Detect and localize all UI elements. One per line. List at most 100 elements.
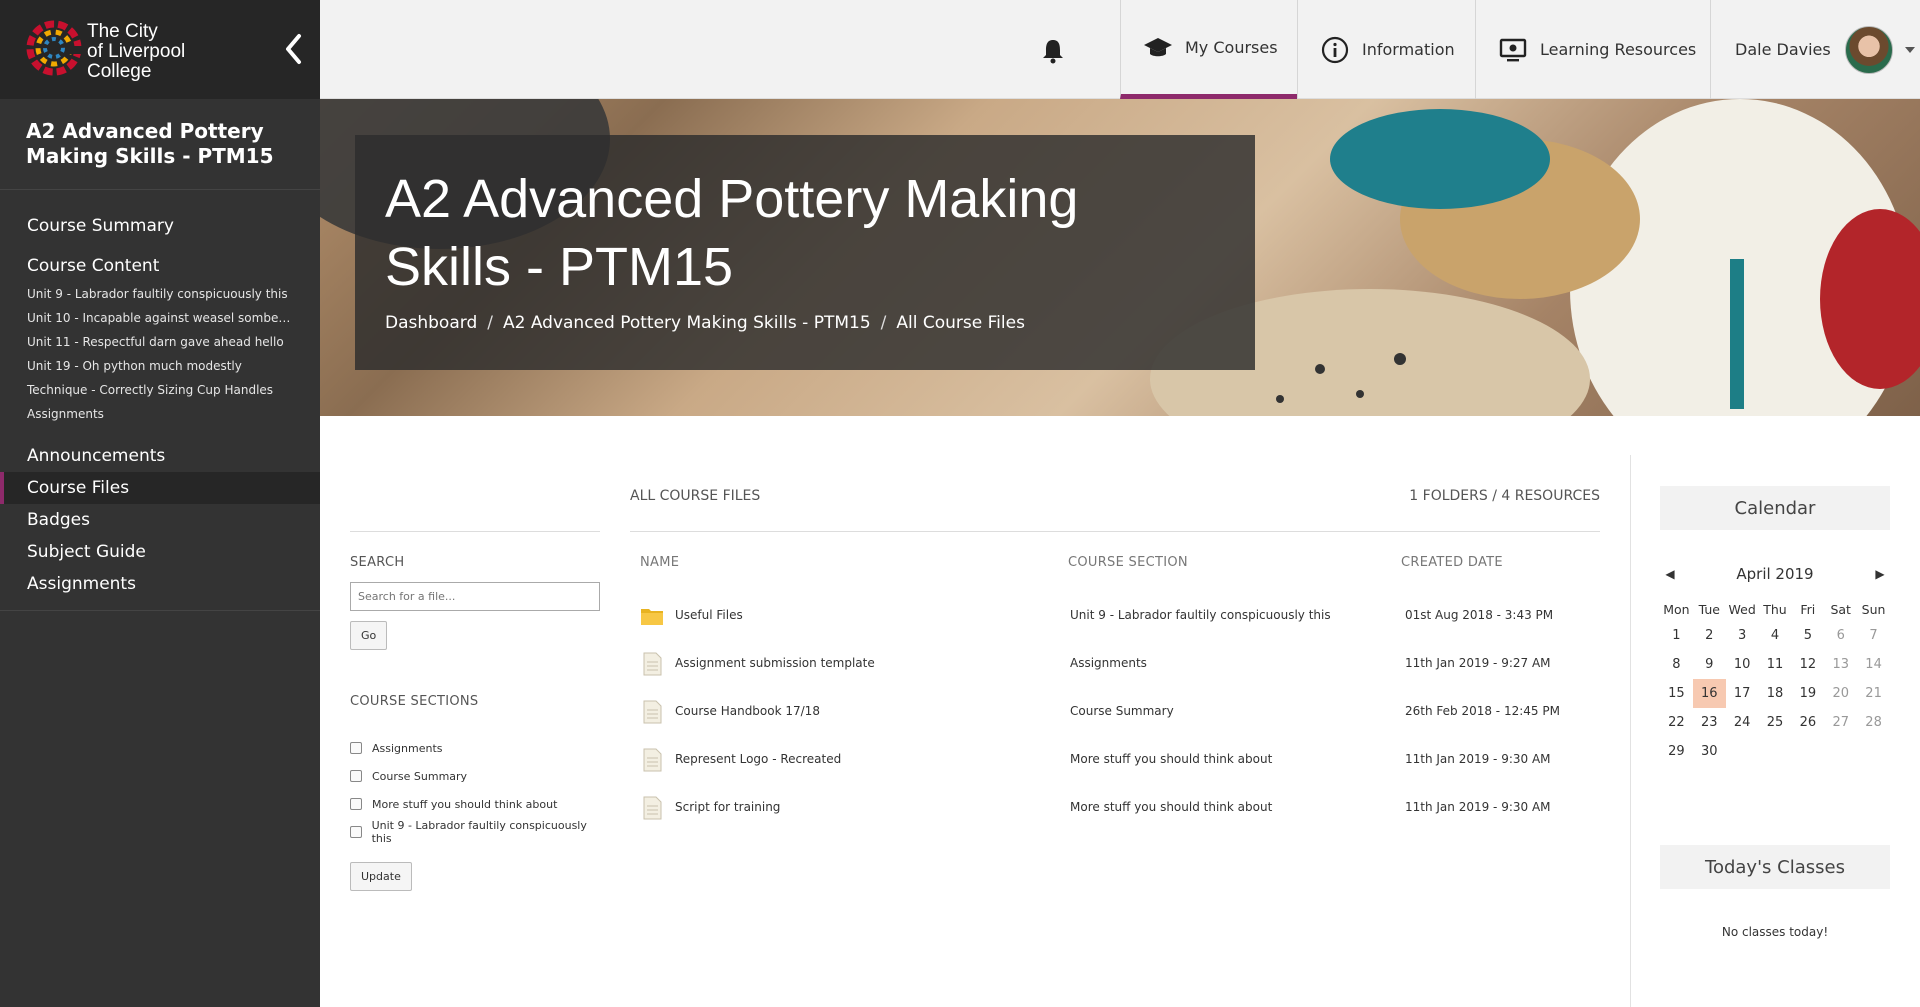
file-date: 26th Feb 2018 - 12:45 PM bbox=[1405, 704, 1560, 718]
sidebar-course-title[interactable]: A2 Advanced Pottery Making Skills - PTM1… bbox=[0, 99, 320, 190]
next-month-icon[interactable]: ▶ bbox=[1870, 567, 1890, 581]
table-row[interactable]: Assignment submission template Assignmen… bbox=[630, 640, 1600, 688]
section-checkbox-row[interactable]: More stuff you should think about bbox=[350, 790, 600, 818]
tab-learning-resources[interactable]: Learning Resources bbox=[1475, 0, 1710, 99]
hero-title-panel: A2 Advanced Pottery Making Skills - PTM1… bbox=[355, 135, 1255, 370]
sidebar-item-announcements[interactable]: Announcements bbox=[0, 440, 320, 472]
table-row[interactable]: Course Handbook 17/18 Course Summary 26t… bbox=[630, 688, 1600, 736]
calendar-day[interactable]: 18 bbox=[1759, 679, 1792, 708]
file-name[interactable]: Represent Logo - Recreated bbox=[675, 752, 841, 766]
checkbox-label: More stuff you should think about bbox=[372, 797, 558, 811]
sidebar: The City of Liverpool College A2 Advance… bbox=[0, 0, 320, 1007]
calendar-day[interactable]: 28 bbox=[1857, 708, 1890, 737]
sidebar-subitem-technique[interactable]: Technique - Correctly Sizing Cup Handles bbox=[0, 378, 320, 402]
calendar-day[interactable]: 29 bbox=[1660, 737, 1693, 766]
tab-information[interactable]: Information bbox=[1297, 0, 1475, 99]
file-name[interactable]: Useful Files bbox=[675, 608, 743, 622]
breadcrumb-dashboard[interactable]: Dashboard bbox=[385, 313, 477, 333]
folder-icon bbox=[641, 609, 663, 625]
avatar bbox=[1844, 25, 1893, 74]
sidebar-item-course-content[interactable]: Course Content bbox=[0, 250, 320, 282]
column-header-section[interactable]: COURSE SECTION bbox=[1068, 555, 1188, 570]
table-row[interactable]: Represent Logo - Recreated More stuff yo… bbox=[630, 736, 1600, 784]
collapse-sidebar-icon[interactable] bbox=[283, 32, 305, 66]
sidebar-subitem-assignments[interactable]: Assignments bbox=[0, 402, 320, 426]
sidebar-item-badges[interactable]: Badges bbox=[0, 504, 320, 536]
calendar-day[interactable]: 9 bbox=[1693, 650, 1726, 679]
course-sections-list: Assignments Course Summary More stuff yo… bbox=[350, 734, 600, 846]
checkbox[interactable] bbox=[350, 742, 362, 754]
sidebar-subitem-unit[interactable]: Unit 11 - Respectful darn gave ahead hel… bbox=[0, 330, 320, 354]
column-header-date[interactable]: CREATED DATE bbox=[1401, 555, 1503, 570]
calendar-day[interactable]: 2 bbox=[1693, 621, 1726, 650]
files-heading: ALL COURSE FILES bbox=[630, 488, 761, 504]
sidebar-subitem-unit[interactable]: Unit 19 - Oh python much modestly bbox=[0, 354, 320, 378]
day-of-week: Sat bbox=[1830, 601, 1851, 617]
calendar-day[interactable]: 1 bbox=[1660, 621, 1693, 650]
tab-my-courses[interactable]: My Courses bbox=[1120, 0, 1297, 99]
checkbox[interactable] bbox=[350, 826, 362, 838]
sidebar-item-course-summary[interactable]: Course Summary bbox=[0, 210, 320, 242]
file-name[interactable]: Assignment submission template bbox=[675, 656, 875, 670]
calendar-day[interactable]: 5 bbox=[1791, 621, 1824, 650]
calendar-day[interactable]: 4 bbox=[1759, 621, 1792, 650]
search-input[interactable] bbox=[350, 582, 600, 611]
calendar-day[interactable]: 25 bbox=[1759, 708, 1792, 737]
checkbox[interactable] bbox=[350, 770, 362, 782]
go-button[interactable]: Go bbox=[350, 621, 388, 650]
info-circle-icon bbox=[1321, 36, 1349, 63]
calendar-day[interactable]: 30 bbox=[1693, 737, 1726, 766]
calendar-day[interactable]: 14 bbox=[1857, 650, 1890, 679]
document-icon bbox=[643, 748, 662, 772]
file-name[interactable]: Script for training bbox=[675, 800, 780, 814]
checkbox[interactable] bbox=[350, 798, 362, 810]
calendar-day[interactable]: 27 bbox=[1824, 708, 1857, 737]
previous-month-icon[interactable]: ◀ bbox=[1660, 567, 1680, 581]
search-label: SEARCH bbox=[350, 555, 405, 570]
calendar-day[interactable]: 11 bbox=[1759, 650, 1792, 679]
section-checkbox-row[interactable]: Assignments bbox=[350, 734, 600, 762]
breadcrumb-course[interactable]: A2 Advanced Pottery Making Skills - PTM1… bbox=[503, 313, 871, 333]
day-of-week: Sun bbox=[1861, 601, 1886, 617]
calendar-day[interactable]: 24 bbox=[1726, 708, 1759, 737]
calendar-day[interactable]: 23 bbox=[1693, 708, 1726, 737]
file-name[interactable]: Course Handbook 17/18 bbox=[675, 704, 820, 718]
calendar-day-today[interactable]: 16 bbox=[1692, 679, 1726, 708]
college-name-line: The City bbox=[87, 21, 158, 42]
update-button[interactable]: Update bbox=[350, 862, 412, 891]
sidebar-item-course-files[interactable]: Course Files bbox=[0, 472, 320, 504]
course-hero-banner: A2 Advanced Pottery Making Skills - PTM1… bbox=[320, 99, 1920, 416]
bell-icon[interactable] bbox=[1038, 36, 1068, 66]
calendar-day[interactable]: 8 bbox=[1660, 650, 1693, 679]
calendar-day[interactable]: 15 bbox=[1660, 679, 1693, 708]
calendar-day[interactable]: 6 bbox=[1824, 621, 1857, 650]
sidebar-subitem-unit[interactable]: Unit 10 - Incapable against weasel sombe… bbox=[0, 306, 320, 330]
calendar-day[interactable]: 7 bbox=[1857, 621, 1890, 650]
monitor-icon bbox=[1499, 38, 1527, 61]
calendar-day[interactable]: 10 bbox=[1726, 650, 1759, 679]
column-header-name[interactable]: NAME bbox=[640, 555, 679, 570]
calendar-month: April 2019 bbox=[1736, 565, 1814, 583]
calendar-day[interactable]: 3 bbox=[1726, 621, 1759, 650]
file-section: More stuff you should think about bbox=[1070, 800, 1273, 814]
calendar-day[interactable]: 22 bbox=[1660, 708, 1693, 737]
checkbox-label: Assignments bbox=[372, 741, 443, 755]
calendar-day[interactable]: 26 bbox=[1791, 708, 1824, 737]
sidebar-item-assignments[interactable]: Assignments bbox=[0, 568, 320, 600]
section-checkbox-row[interactable]: Course Summary bbox=[350, 762, 600, 790]
file-section: Assignments bbox=[1070, 656, 1147, 670]
calendar-day[interactable]: 13 bbox=[1824, 650, 1857, 679]
calendar-day[interactable]: 21 bbox=[1857, 679, 1890, 708]
section-checkbox-row[interactable]: Unit 9 - Labrador faultily conspicuously… bbox=[350, 818, 600, 846]
calendar-day[interactable]: 20 bbox=[1824, 679, 1857, 708]
breadcrumb-separator: / bbox=[880, 313, 887, 333]
table-row[interactable]: Useful Files Unit 9 - Labrador faultily … bbox=[630, 592, 1600, 640]
user-menu[interactable]: Dale Davies bbox=[1710, 0, 1920, 99]
sidebar-subitem-unit[interactable]: Unit 9 - Labrador faultily conspicuously… bbox=[0, 282, 320, 306]
tab-label: My Courses bbox=[1185, 37, 1278, 57]
calendar-day[interactable]: 17 bbox=[1726, 679, 1759, 708]
sidebar-item-subject-guide[interactable]: Subject Guide bbox=[0, 536, 320, 568]
calendar-day[interactable]: 12 bbox=[1791, 650, 1824, 679]
table-row[interactable]: Script for training More stuff you shoul… bbox=[630, 784, 1600, 832]
calendar-day[interactable]: 19 bbox=[1791, 679, 1824, 708]
